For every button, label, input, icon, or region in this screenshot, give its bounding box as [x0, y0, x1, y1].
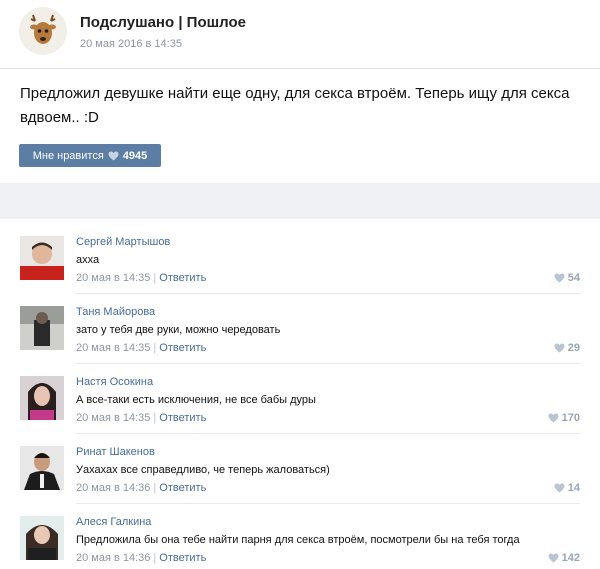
comment-date[interactable]: 20 мая в 14:35 — [76, 342, 150, 354]
reply-link[interactable]: Ответить — [159, 482, 206, 494]
comment-date[interactable]: 20 мая в 14:35 — [76, 412, 150, 424]
comment-like[interactable]: 29 — [554, 342, 580, 354]
comment-date[interactable]: 20 мая в 14:36 — [76, 552, 150, 564]
group-avatar[interactable] — [19, 7, 67, 55]
comment-meta: 20 мая в 14:35 | Ответить — [76, 342, 207, 354]
comment-author[interactable]: Ринат Шакенов — [76, 446, 155, 458]
avatar-photo-icon — [20, 306, 64, 350]
separator-band — [0, 183, 600, 219]
comment-item: Настя Осокина А все-таки есть исключения… — [0, 359, 600, 434]
comment-meta: 20 мая в 14:35 | Ответить — [76, 412, 207, 424]
like-count: 4945 — [122, 149, 148, 162]
comment-author[interactable]: Алеся Галкина — [76, 516, 151, 528]
comment-text: Уахахах все справедливо, че теперь жалов… — [76, 464, 330, 476]
comment-meta: 20 мая в 14:36 | Ответить — [76, 482, 207, 494]
reply-link[interactable]: Ответить — [159, 342, 206, 354]
avatar-photo-icon — [20, 446, 64, 490]
comment-author[interactable]: Сергей Мартышов — [76, 236, 170, 248]
comment-like-count: 54 — [567, 272, 580, 284]
comment-item: Алеся Галкина Предложила бы она тебе най… — [0, 499, 600, 569]
comment-avatar[interactable] — [20, 376, 64, 420]
comment-date[interactable]: 20 мая в 14:35 — [76, 272, 150, 284]
comment-like[interactable]: 142 — [548, 552, 580, 564]
heart-icon — [554, 343, 565, 353]
heart-icon — [548, 413, 559, 423]
heart-icon — [108, 150, 119, 161]
comment-author[interactable]: Настя Осокина — [76, 376, 153, 388]
heart-icon — [554, 273, 565, 283]
header-divider — [0, 68, 600, 69]
comment-avatar[interactable] — [20, 236, 64, 280]
like-label: Мне нравится — [32, 149, 104, 162]
group-name[interactable]: Подслушано | Пошлое — [80, 14, 246, 31]
comment-text: зато у тебя две руки, можно чередовать — [76, 324, 281, 336]
deer-logo-icon — [19, 7, 67, 55]
like-button[interactable]: Мне нравится 4945 — [19, 144, 161, 167]
comment-text: Предложила бы она тебе найти парня для с… — [76, 534, 520, 546]
avatar-photo-icon — [20, 376, 64, 420]
reply-link[interactable]: Ответить — [159, 412, 206, 424]
comment-meta: 20 мая в 14:36 | Ответить — [76, 552, 207, 564]
comment-like[interactable]: 170 — [548, 412, 580, 424]
heart-icon — [548, 553, 559, 563]
avatar-photo-icon — [20, 516, 64, 560]
comment-like-count: 142 — [561, 552, 580, 564]
comment-text: А все-таки есть исключения, не все бабы … — [76, 394, 316, 406]
comment-like-count: 14 — [567, 482, 580, 494]
comment-avatar[interactable] — [20, 516, 64, 560]
comment-like-count: 170 — [561, 412, 580, 424]
comment-avatar[interactable] — [20, 306, 64, 350]
comment-like[interactable]: 14 — [554, 482, 580, 494]
post-header: Подслушано | Пошлое 20 мая 2016 в 14:35 — [0, 0, 600, 68]
comment-item: Сергей Мартышов ахха 20 мая в 14:35 | Отве… — [0, 219, 600, 294]
avatar-photo-icon — [20, 236, 64, 280]
reply-link[interactable]: Ответить — [159, 272, 206, 284]
comment-date[interactable]: 20 мая в 14:36 — [76, 482, 150, 494]
comment-item: Ринат Шакенов Уахахах все справедливо, ч… — [0, 429, 600, 504]
post-date[interactable]: 20 мая 2016 в 14:35 — [80, 38, 182, 50]
comment-text: ахха — [76, 254, 100, 266]
reply-link[interactable]: Ответить — [159, 552, 206, 564]
comment-item: Таня Майорова зато у тебя две руки, можн… — [0, 289, 600, 364]
comment-like[interactable]: 54 — [554, 272, 580, 284]
comment-author[interactable]: Таня Майорова — [76, 306, 155, 318]
heart-icon — [554, 483, 565, 493]
post-text: Предложил девушке найти еще одну, для се… — [20, 85, 570, 126]
comment-like-count: 29 — [567, 342, 580, 354]
comment-avatar[interactable] — [20, 446, 64, 490]
comment-meta: 20 мая в 14:35 | Ответить — [76, 272, 207, 284]
